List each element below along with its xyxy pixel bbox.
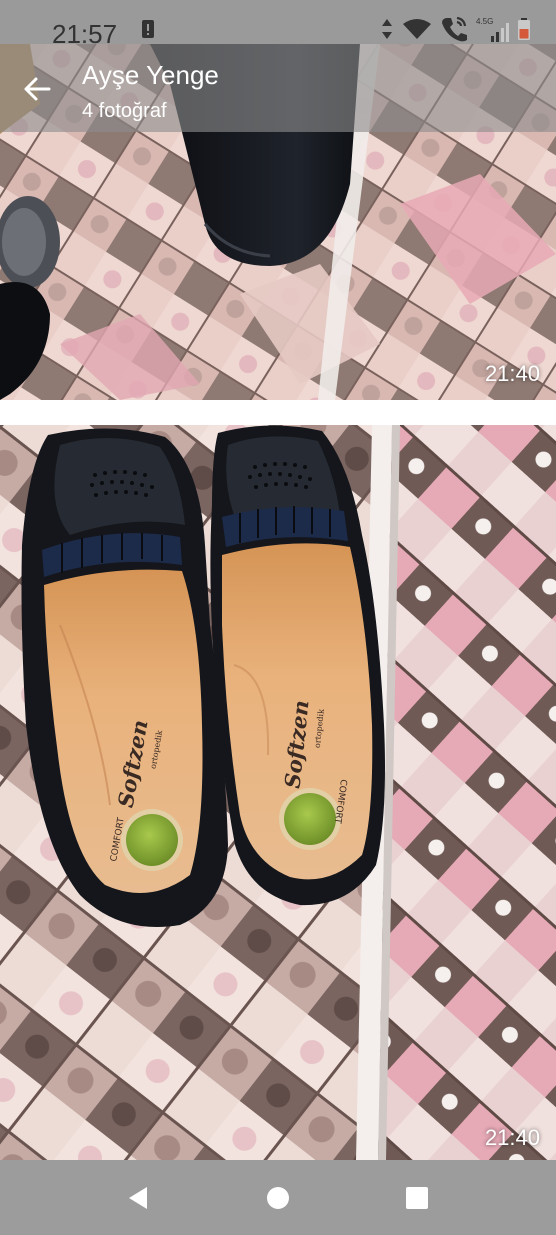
- photo-time: 21:40: [484, 361, 540, 386]
- nav-home-button[interactable]: [262, 1182, 294, 1214]
- wifi-icon: [403, 19, 431, 39]
- nav-recents-square-icon: [406, 1187, 428, 1209]
- back-button[interactable]: [16, 68, 58, 110]
- chat-title[interactable]: Ayşe Yenge: [82, 60, 219, 90]
- notification-icon: [142, 20, 154, 38]
- app-bar: Ayşe Yenge 4 fotoğraf: [0, 44, 556, 132]
- navigation-bar: [0, 1160, 556, 1235]
- arrow-left-icon: [24, 77, 51, 101]
- nav-back-button[interactable]: [122, 1182, 154, 1214]
- nav-back-triangle-icon: [129, 1187, 147, 1209]
- battery-icon: [518, 18, 530, 40]
- photo-time: 21:40: [484, 1125, 540, 1150]
- status-bar: 21:57 4.5G: [0, 0, 556, 48]
- wifi-calling-icon: [442, 16, 467, 42]
- photo-thumbnail-2[interactable]: Softzen ortopedik COMFORT Softzen ortope…: [0, 425, 556, 1160]
- pair-of-black-shoes-photo: Softzen ortopedik COMFORT Softzen ortope…: [0, 425, 556, 1160]
- screen: 21:57 4.5G Ayşe Yenge 4 fotoğraf 21:40 S…: [0, 0, 556, 1235]
- cell-signal-icon: [491, 23, 509, 42]
- signal-group: 4.5G: [476, 16, 510, 42]
- nav-recents-button[interactable]: [401, 1182, 433, 1214]
- data-arrows-icon: [382, 19, 392, 39]
- status-icons: 4.5G: [380, 16, 530, 42]
- photo-count: 4 fotoğraf: [82, 100, 167, 122]
- nav-home-circle-icon: [267, 1187, 289, 1209]
